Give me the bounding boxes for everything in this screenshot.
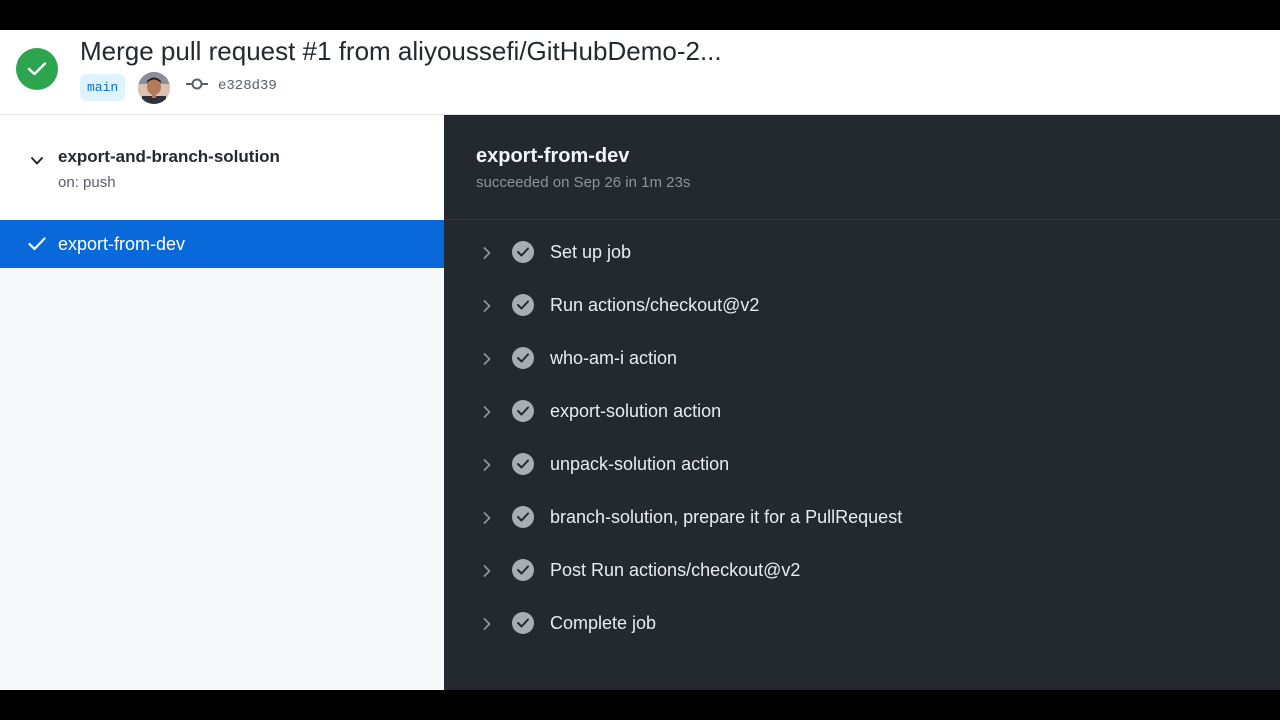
workflow-group[interactable]: export-and-branch-solution on: push — [0, 115, 444, 220]
step-success-icon — [512, 400, 534, 422]
step-label: Post Run actions/checkout@v2 — [550, 560, 801, 580]
success-status-icon — [16, 48, 58, 90]
letterbox-bottom — [0, 690, 1280, 720]
check-icon — [517, 618, 529, 628]
check-icon — [517, 565, 529, 575]
chevron-down-icon[interactable] — [29, 153, 45, 169]
step-export-solution[interactable]: export-solution action — [444, 388, 1280, 441]
chevron-right-icon[interactable] — [480, 246, 494, 260]
check-icon — [517, 247, 529, 257]
chevron-right-icon[interactable] — [480, 617, 494, 631]
step-success-icon — [512, 241, 534, 263]
step-complete-job[interactable]: Complete job — [444, 600, 1280, 653]
step-success-icon — [512, 506, 534, 528]
step-label: Set up job — [550, 242, 632, 262]
step-who-am-i[interactable]: who-am-i action — [444, 335, 1280, 388]
step-branch-solution[interactable]: branch-solution, prepare it for a PullRe… — [444, 494, 1280, 547]
check-icon — [517, 406, 529, 416]
step-run-checkout[interactable]: Run actions/checkout@v2 — [444, 282, 1280, 335]
check-icon — [28, 237, 46, 251]
check-icon — [517, 300, 529, 310]
step-label: Run actions/checkout@v2 — [550, 295, 760, 315]
job-title: export-from-dev — [476, 145, 630, 167]
branch-badge[interactable]: main — [80, 74, 126, 101]
git-commit-icon — [186, 78, 208, 90]
chevron-right-icon[interactable] — [480, 299, 494, 313]
step-label: export-solution action — [550, 401, 722, 421]
step-unpack-solution[interactable]: unpack-solution action — [444, 441, 1280, 494]
step-label: who-am-i action — [550, 348, 678, 368]
job-label: export-from-dev — [58, 234, 186, 254]
step-label: branch-solution, prepare it for a PullRe… — [550, 507, 903, 527]
avatar[interactable] — [138, 72, 170, 104]
step-success-icon — [512, 612, 534, 634]
sidebar-job-export-from-dev[interactable]: export-from-dev — [0, 220, 444, 268]
check-icon — [517, 459, 529, 469]
job-log-panel: export-from-dev succeeded on Sep 26 in 1… — [444, 115, 1280, 690]
step-success-icon — [512, 453, 534, 475]
jobs-sidebar: export-and-branch-solution on: push expo… — [0, 115, 444, 690]
job-header: export-from-dev succeeded on Sep 26 in 1… — [444, 115, 1280, 220]
chevron-right-icon[interactable] — [480, 405, 494, 419]
chevron-right-icon[interactable] — [480, 458, 494, 472]
chevron-right-icon[interactable] — [480, 352, 494, 366]
commit-title[interactable]: Merge pull request #1 from aliyoussefi/G… — [80, 36, 722, 67]
check-icon — [27, 62, 47, 76]
step-label: Complete job — [550, 613, 657, 633]
step-set-up-job[interactable]: Set up job — [444, 229, 1280, 282]
check-icon — [517, 353, 529, 363]
letterbox-top — [0, 0, 1280, 30]
job-summary: succeeded on Sep 26 in 1m 23s — [476, 174, 691, 191]
step-success-icon — [512, 347, 534, 369]
workflow-trigger: on: push — [58, 174, 116, 191]
chevron-right-icon[interactable] — [480, 564, 494, 578]
user-avatar-icon — [138, 72, 170, 104]
step-post-run-checkout[interactable]: Post Run actions/checkout@v2 — [444, 547, 1280, 600]
workflow-name: export-and-branch-solution — [58, 147, 280, 166]
chevron-right-icon[interactable] — [480, 511, 494, 525]
commit-sha[interactable]: e328d39 — [218, 78, 277, 94]
job-steps: Set up job Run actions/checkout@v2 who-a… — [444, 229, 1280, 653]
step-label: unpack-solution action — [550, 454, 730, 474]
step-success-icon — [512, 559, 534, 581]
check-icon — [517, 512, 529, 522]
step-success-icon — [512, 294, 534, 316]
run-header: Merge pull request #1 from aliyoussefi/G… — [0, 30, 1280, 115]
